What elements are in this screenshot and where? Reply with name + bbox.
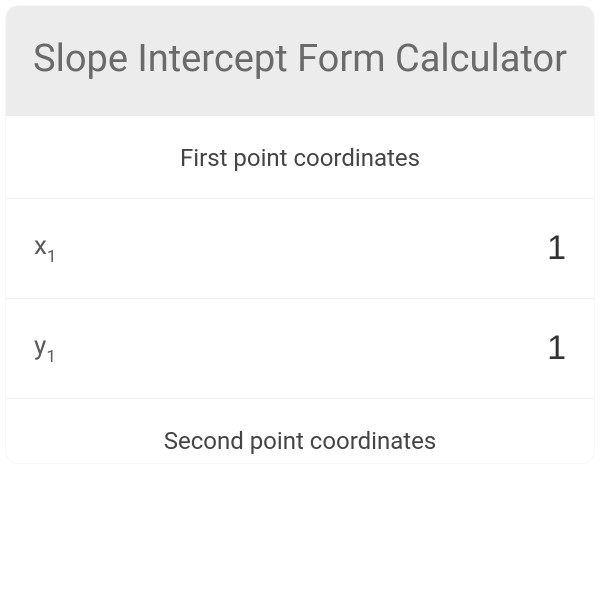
label-y1-sub: 1 bbox=[46, 347, 56, 367]
header: Slope Intercept Form Calculator bbox=[6, 6, 594, 116]
section-first-point-label: First point coordinates bbox=[6, 116, 594, 199]
label-x1: x1 bbox=[34, 231, 56, 265]
label-x1-base: x bbox=[34, 231, 47, 261]
page-title: Slope Intercept Form Calculator bbox=[26, 36, 574, 84]
label-y1: y1 bbox=[34, 331, 56, 365]
input-y1[interactable] bbox=[366, 329, 566, 368]
input-row-x1[interactable]: x1 bbox=[6, 199, 594, 299]
label-x1-sub: 1 bbox=[47, 247, 57, 267]
calculator-card: Slope Intercept Form Calculator First po… bbox=[6, 6, 594, 463]
input-row-y1[interactable]: y1 bbox=[6, 299, 594, 399]
label-y1-base: y bbox=[34, 331, 46, 361]
input-x1[interactable] bbox=[366, 229, 566, 268]
section-second-point-label: Second point coordinates bbox=[6, 399, 594, 463]
